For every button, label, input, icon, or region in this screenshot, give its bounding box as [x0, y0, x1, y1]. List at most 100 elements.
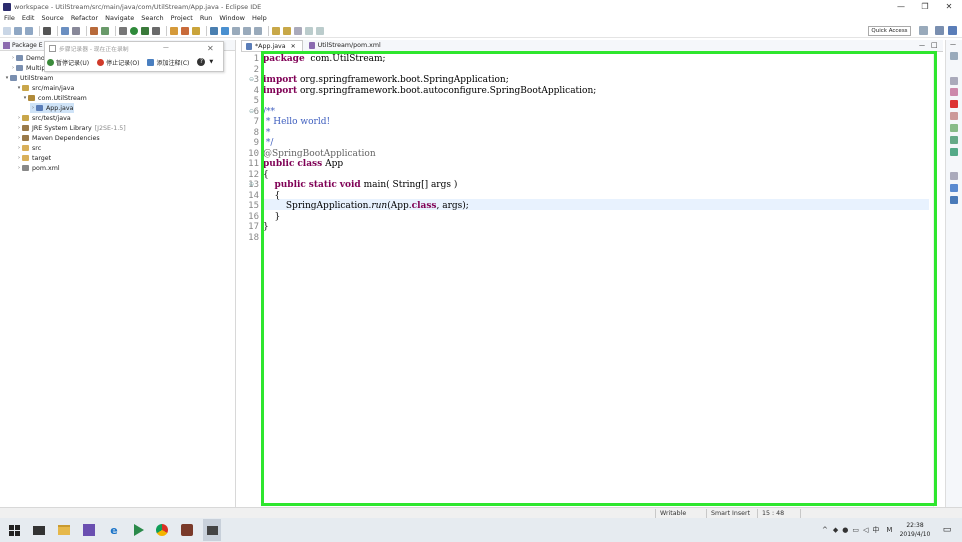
tree-item[interactable]: › pom.xml [16, 163, 60, 173]
chrome-icon[interactable] [155, 523, 169, 537]
save-all-icon[interactable] [25, 26, 33, 35]
display-icon[interactable]: ▭ [852, 526, 859, 534]
editor-tab[interactable]: UtilStream/pom.xml [305, 40, 387, 51]
editor-tab[interactable]: *App.java ✕ [241, 40, 303, 51]
add-comment-button[interactable]: 添加注释(C) [147, 58, 189, 67]
recorder-minimize-icon[interactable]: — [163, 45, 169, 51]
mail-icon[interactable] [32, 523, 46, 537]
fold-toggle-icon[interactable]: ⊖ [249, 76, 254, 83]
tree-item[interactable]: › JRE System Library [J2SE-1.5] [16, 123, 126, 133]
steps-recorder-taskbar-icon[interactable] [203, 519, 221, 541]
back-icon[interactable] [305, 26, 313, 35]
editor-maximize-icon[interactable]: □ [931, 41, 938, 49]
recorder-help-button[interactable]: ? ▼ [197, 58, 213, 66]
tree-item[interactable]: › Maven Dependencies [16, 133, 100, 143]
tree-item[interactable]: › target [16, 153, 51, 163]
next-annotation-icon[interactable] [272, 26, 280, 35]
build-icon[interactable] [90, 26, 98, 35]
menu-source[interactable]: Source [41, 14, 63, 22]
last-edit-icon[interactable] [294, 26, 302, 35]
eclipse-taskbar-icon[interactable] [180, 523, 194, 537]
close-tab-icon[interactable]: ✕ [291, 43, 296, 50]
tree-item[interactable]: ▾ src/main/java [16, 83, 75, 93]
fold-toggle-icon[interactable]: ⊖ [249, 108, 254, 115]
open-type-icon[interactable] [210, 26, 218, 35]
visual-studio-icon[interactable] [82, 523, 96, 537]
ime-mode-indicator[interactable]: M [886, 526, 892, 534]
pilcrow-icon[interactable] [254, 26, 262, 35]
recorder-close-icon[interactable]: ✕ [207, 44, 214, 53]
windows-start-icon[interactable] [7, 523, 21, 537]
security-icon[interactable]: ● [842, 526, 848, 534]
java-file-icon [36, 105, 43, 111]
outline-icon[interactable] [950, 77, 958, 85]
java-perspective-icon[interactable] [948, 26, 957, 35]
notification-icon[interactable]: ▭ [940, 523, 954, 537]
minimize-button[interactable]: — [890, 0, 912, 13]
tree-item[interactable]: › App.java [30, 103, 74, 113]
ime-indicator[interactable]: 中 [872, 525, 879, 535]
volume-icon[interactable]: ◁ [863, 526, 868, 534]
menu-edit[interactable]: Edit [22, 14, 35, 22]
tree-item[interactable]: › Demo2 [10, 53, 49, 63]
refresh-icon[interactable] [101, 26, 109, 35]
menu-run[interactable]: Run [200, 14, 212, 22]
stop-recording-button[interactable]: 停止记录(O) [97, 58, 139, 67]
right-minimize-icon[interactable]: — [950, 41, 956, 48]
new-icon[interactable] [3, 26, 11, 35]
spring-view-icon[interactable] [950, 184, 958, 192]
console-icon[interactable] [950, 136, 958, 144]
task-list-icon[interactable] [950, 88, 958, 96]
java-ee-perspective-icon[interactable] [935, 26, 944, 35]
gear-icon[interactable] [119, 26, 127, 35]
open-perspective-icon[interactable] [919, 26, 928, 35]
tree-item[interactable]: › src/test/java [16, 113, 71, 123]
wrench-icon[interactable] [72, 26, 80, 35]
debug-icon[interactable] [43, 26, 51, 35]
menu-refactor[interactable]: Refactor [71, 14, 98, 22]
declaration-icon[interactable] [950, 124, 958, 132]
tree-item[interactable]: ▾ UtilStream [4, 73, 54, 83]
run-icon[interactable] [130, 26, 138, 35]
quick-access-field[interactable]: Quick Access [868, 26, 911, 36]
menu-search[interactable]: Search [141, 14, 163, 22]
media-player-icon[interactable] [132, 523, 146, 537]
prev-annotation-icon[interactable] [283, 26, 291, 35]
save-icon[interactable] [14, 26, 22, 35]
boot-dashboard-icon[interactable] [950, 196, 958, 204]
new-java-project-icon[interactable] [170, 26, 178, 35]
network-icon[interactable]: ◆ [833, 526, 838, 534]
menu-project[interactable]: Project [171, 14, 193, 22]
status-separator [655, 509, 656, 518]
tree-item[interactable]: › Multipl [10, 63, 47, 73]
menu-file[interactable]: File [4, 14, 15, 22]
tree-item[interactable]: ▾ com.UtilStream [22, 93, 87, 103]
edge-icon[interactable]: e [107, 523, 121, 537]
close-button[interactable]: ✕ [938, 0, 960, 13]
editor-minimize-icon[interactable]: — [919, 42, 925, 49]
fold-toggle-icon[interactable]: ⊖ [249, 181, 254, 188]
menu-help[interactable]: Help [252, 14, 267, 22]
new-class-icon[interactable] [192, 26, 200, 35]
file-explorer-icon[interactable] [57, 523, 71, 537]
forward-icon[interactable] [316, 26, 324, 35]
progress-icon[interactable] [950, 148, 958, 156]
menu-window[interactable]: Window [219, 14, 245, 22]
coverage-icon[interactable] [152, 26, 160, 35]
new-package-icon[interactable] [181, 26, 189, 35]
terminal-icon[interactable] [61, 26, 69, 35]
right-restore-icon[interactable] [950, 172, 958, 180]
chevron-up-icon[interactable]: ^ [822, 526, 828, 534]
javadoc-icon[interactable] [950, 112, 958, 120]
restore-icon[interactable] [950, 52, 958, 60]
run-external-icon[interactable] [141, 26, 149, 35]
taskbar-clock[interactable]: 22:38 2019/4/10 [896, 521, 934, 539]
tree-item[interactable]: › src [16, 143, 41, 153]
maximize-button[interactable]: ❐ [914, 0, 936, 13]
pause-recording-button[interactable]: 暂停记录(U) [47, 58, 89, 67]
show-whitespace-icon[interactable] [232, 26, 240, 35]
block-select-icon[interactable] [243, 26, 251, 35]
toggle-mark-icon[interactable] [221, 26, 229, 35]
menu-navigate[interactable]: Navigate [105, 14, 134, 22]
problems-icon[interactable] [950, 100, 958, 108]
